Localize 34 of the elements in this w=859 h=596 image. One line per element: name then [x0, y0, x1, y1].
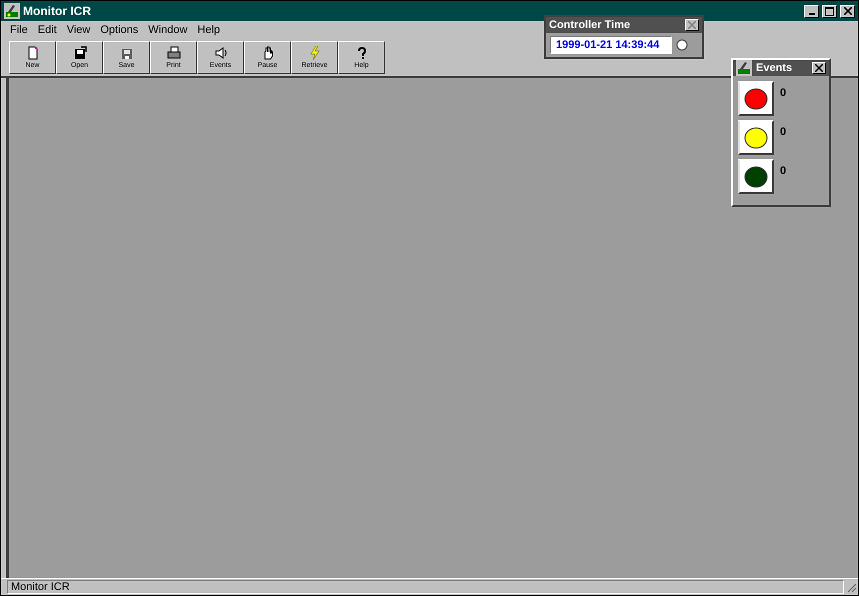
close-icon	[815, 64, 823, 72]
menu-item[interactable]: File	[5, 24, 33, 36]
menu-item[interactable]: Options	[95, 24, 144, 36]
menu-item[interactable]: Edit	[32, 24, 62, 36]
time-field[interactable]: 1999-01-21 14:39:44	[550, 36, 672, 54]
event-count: 0	[780, 164, 786, 177]
close-button[interactable]	[840, 4, 855, 18]
printer-icon	[166, 46, 180, 60]
close-button[interactable]	[685, 19, 699, 31]
palette-title: Controller Time	[549, 19, 630, 31]
app-icon	[4, 3, 20, 19]
event-light-button[interactable]	[738, 81, 774, 116]
event-count: 0	[780, 125, 786, 138]
palette-title: Events	[756, 62, 792, 74]
status-text: Monitor ICR	[7, 580, 844, 594]
app-icon	[736, 60, 752, 76]
speaker-icon	[214, 46, 228, 60]
maximize-icon	[825, 6, 834, 16]
lightning-icon	[308, 46, 322, 60]
menu-item[interactable]: View	[62, 24, 96, 36]
event-light-button[interactable]	[738, 159, 774, 194]
window-title: Monitor ICR	[23, 4, 91, 18]
close-icon	[844, 7, 852, 15]
minimize-button[interactable]	[804, 4, 819, 18]
event-count: 0	[780, 86, 786, 99]
close-icon	[688, 21, 696, 29]
resize-grip-icon[interactable]	[845, 581, 857, 593]
menu-item[interactable]: Window	[143, 24, 192, 36]
maximize-button[interactable]	[822, 4, 837, 18]
document-icon	[26, 46, 40, 60]
close-button[interactable]	[812, 62, 826, 74]
circle-icon	[676, 39, 688, 51]
menu-item[interactable]: Help	[192, 24, 226, 36]
event-light-button[interactable]	[738, 120, 774, 155]
